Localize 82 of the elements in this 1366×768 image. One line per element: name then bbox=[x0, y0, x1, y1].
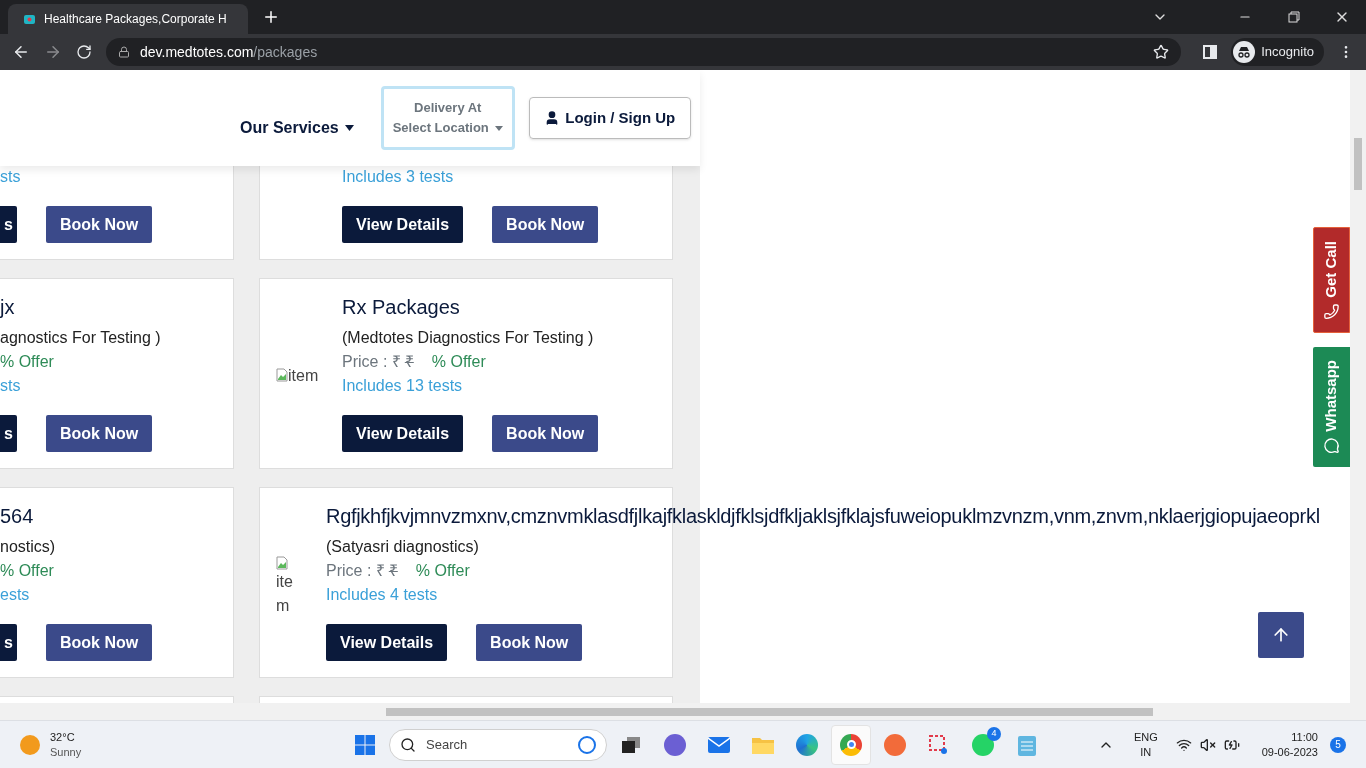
forward-icon[interactable] bbox=[44, 43, 62, 61]
caret-icon bbox=[494, 125, 503, 131]
tests-count: ests bbox=[0, 586, 30, 603]
temperature: 32°C bbox=[50, 729, 76, 745]
tab-title: Healthcare Packages,Corporate H bbox=[44, 11, 227, 28]
broken-image-icon bbox=[276, 367, 288, 382]
sun-icon bbox=[20, 734, 40, 755]
book-now-button[interactable]: Book Now bbox=[46, 206, 153, 243]
search-icon bbox=[400, 736, 416, 753]
tests-count: sts bbox=[0, 168, 21, 185]
bookmark-star-icon[interactable] bbox=[1153, 44, 1170, 60]
phone-icon bbox=[1323, 303, 1340, 320]
site-favicon bbox=[22, 13, 36, 25]
old-price: ₹ bbox=[404, 352, 414, 372]
get-call-button[interactable]: Get Call bbox=[1313, 227, 1350, 333]
view-details-button[interactable]: s bbox=[0, 415, 17, 452]
browser-tab[interactable]: Healthcare Packages,Corporate H bbox=[8, 4, 248, 34]
book-now-button[interactable]: Book Now bbox=[492, 206, 599, 243]
side-panel-icon[interactable] bbox=[1203, 45, 1218, 59]
provider-name: (Medtotes Diagnostics For Testing ) bbox=[342, 329, 594, 346]
whatsapp-button[interactable]: Whatsapp bbox=[1313, 347, 1350, 467]
tests-count: Includes 3 tests bbox=[342, 168, 454, 185]
package-title: jx bbox=[0, 296, 15, 318]
new-tab-icon[interactable] bbox=[262, 8, 280, 26]
offer-text: % Offer bbox=[415, 561, 470, 581]
scroll-to-top-button[interactable] bbox=[1258, 612, 1304, 658]
provider-name: agnostics For Testing ) bbox=[0, 329, 161, 346]
broken-image: item bbox=[276, 363, 342, 388]
weather-condition: Sunny bbox=[50, 744, 82, 760]
offer-text: % Offer bbox=[0, 562, 54, 579]
tests-count: sts bbox=[0, 377, 21, 394]
book-now-button[interactable]: Book Now bbox=[46, 624, 153, 661]
url-host: dev.medtotes.com bbox=[140, 42, 254, 62]
price-label: Price : ₹ bbox=[342, 352, 401, 372]
tests-count: Includes 13 tests bbox=[342, 377, 463, 394]
url-path: /packages bbox=[253, 42, 318, 62]
provider-name: nostics) bbox=[0, 538, 56, 555]
notification-badge: 4 bbox=[987, 726, 1001, 741]
offer-text: % Offer bbox=[431, 352, 486, 372]
chat-icon bbox=[1323, 437, 1340, 454]
package-title: Rx Packages bbox=[342, 296, 460, 318]
package-title: 564 bbox=[0, 505, 34, 527]
package-title: Rgfjkhfjkvjmnvzmxnv,cmznvmklasdfjlkajfklaskldjfklsjdfkljaklsjfklajsfuweiopuklmzvnzm,vnm,znvm,nklaerjgiopujaeoprkl bbox=[326, 505, 1320, 527]
provider-name: (Satyasri diagnostics) bbox=[326, 538, 479, 555]
view-details-button[interactable]: s bbox=[0, 624, 17, 661]
login-button[interactable]: Login / Sign Up bbox=[528, 97, 691, 139]
delivery-location-selector[interactable]: Delivery At Select Location bbox=[380, 86, 515, 150]
view-details-button[interactable]: View Details bbox=[342, 415, 464, 452]
address-bar[interactable]: dev.medtotes.com/packages bbox=[106, 38, 1182, 66]
book-now-button[interactable]: Book Now bbox=[476, 624, 583, 661]
bing-icon bbox=[578, 735, 596, 754]
broken-image-icon bbox=[276, 555, 288, 570]
language-code[interactable]: ENG bbox=[1133, 729, 1158, 745]
notification-count[interactable]: 5 bbox=[1330, 736, 1346, 753]
reload-icon[interactable] bbox=[76, 44, 92, 60]
horizontal-scrollbar[interactable] bbox=[0, 703, 1366, 720]
region-code[interactable]: IN bbox=[1140, 744, 1152, 760]
taskbar-search-field[interactable]: Search bbox=[389, 728, 607, 761]
view-details-button[interactable]: View Details bbox=[342, 206, 464, 243]
book-now-button[interactable]: Book Now bbox=[46, 415, 153, 452]
services-menu[interactable]: Our Services bbox=[240, 116, 354, 140]
incognito-icon bbox=[1233, 41, 1256, 63]
weather-widget[interactable]: 32°C Sunny bbox=[20, 729, 200, 760]
chrome-browser-icon[interactable] bbox=[831, 724, 871, 765]
tests-count: Includes 4 tests bbox=[326, 586, 438, 603]
offer-text: % Offer bbox=[0, 353, 54, 370]
restore-icon[interactable] bbox=[1288, 11, 1300, 23]
view-details-button[interactable]: s bbox=[0, 206, 17, 243]
clock-date[interactable]: 09-06-2023 bbox=[1261, 744, 1318, 760]
price-label: Price : ₹ bbox=[326, 561, 385, 581]
book-now-button[interactable]: Book Now bbox=[492, 415, 599, 452]
clock-time[interactable]: 11:00 bbox=[1291, 729, 1318, 745]
caret-icon bbox=[344, 125, 354, 131]
back-icon[interactable] bbox=[12, 43, 30, 61]
old-price: ₹ bbox=[388, 561, 398, 581]
view-details-button[interactable]: View Details bbox=[326, 624, 448, 661]
profile-label: Incognito bbox=[1261, 43, 1314, 62]
broken-image: item bbox=[276, 551, 306, 618]
vertical-scrollbar[interactable] bbox=[1350, 70, 1366, 703]
incognito-badge[interactable]: Incognito bbox=[1231, 38, 1324, 66]
lock-icon bbox=[118, 46, 130, 58]
muted-speaker-icon[interactable] bbox=[1199, 736, 1216, 753]
